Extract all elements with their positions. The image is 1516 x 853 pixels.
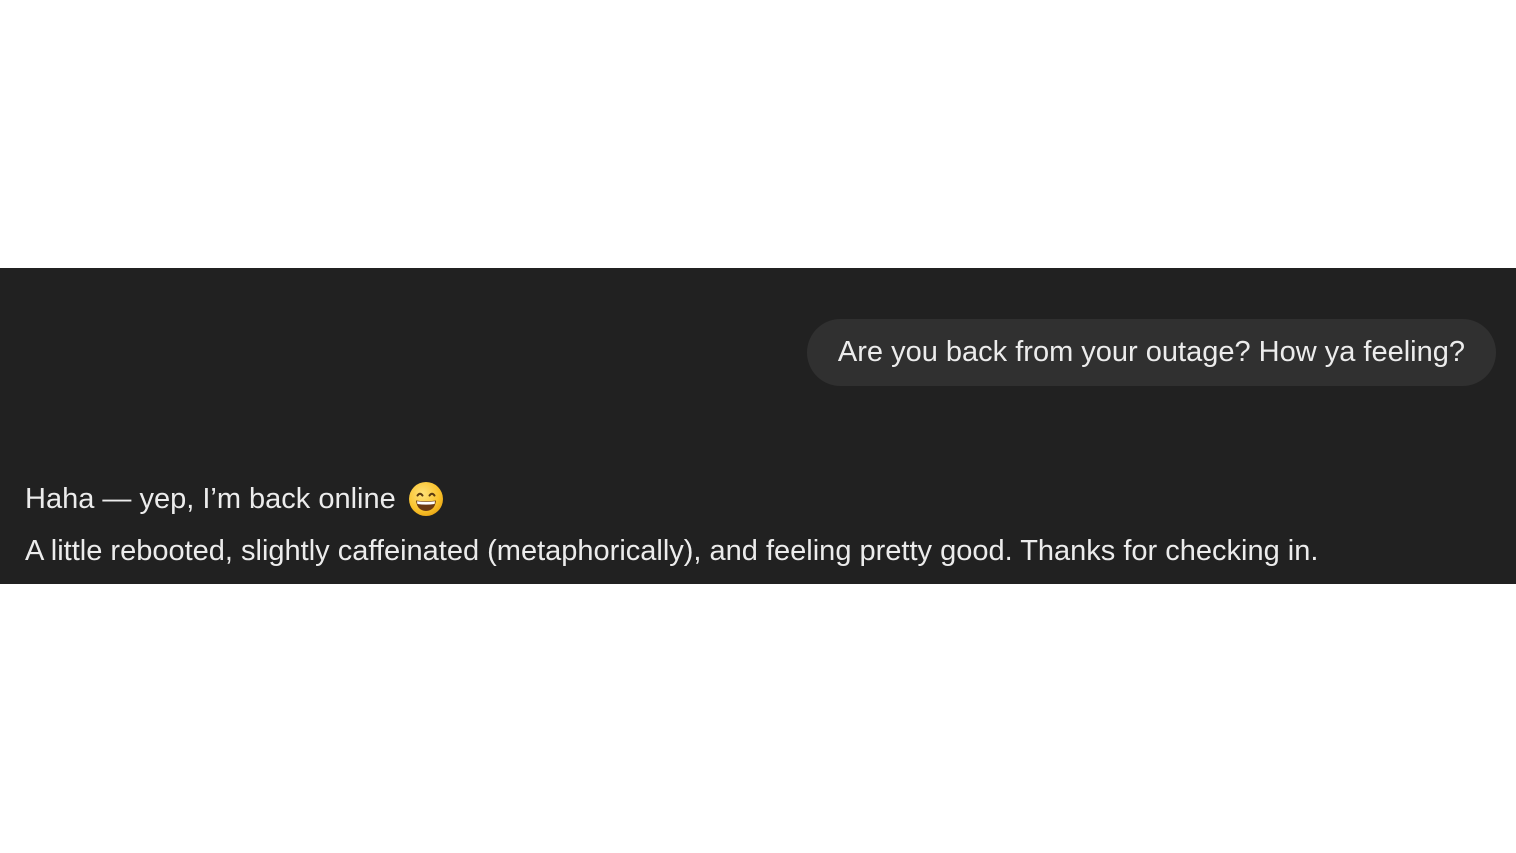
assistant-message-line-1: Haha — yep, I’m back online: [25, 473, 1496, 525]
user-message-bubble: Are you back from your outage? How ya fe…: [806, 319, 1496, 386]
assistant-message-line-2-text: A little rebooted, slightly caffeinated …: [25, 535, 1319, 567]
assistant-message-line-1-text: Haha — yep, I’m back online: [25, 483, 396, 515]
chat-panel: Are you back from your outage? How ya fe…: [0, 268, 1516, 584]
page: Are you back from your outage? How ya fe…: [0, 0, 1516, 853]
user-message-text: Are you back from your outage? How ya fe…: [837, 336, 1465, 368]
assistant-message-line-2: A little rebooted, slightly caffeinated …: [25, 525, 1496, 577]
grinning-face-with-smiling-eyes-icon: [408, 482, 443, 516]
assistant-message: Haha — yep, I’m back online A little reb…: [25, 473, 1496, 577]
